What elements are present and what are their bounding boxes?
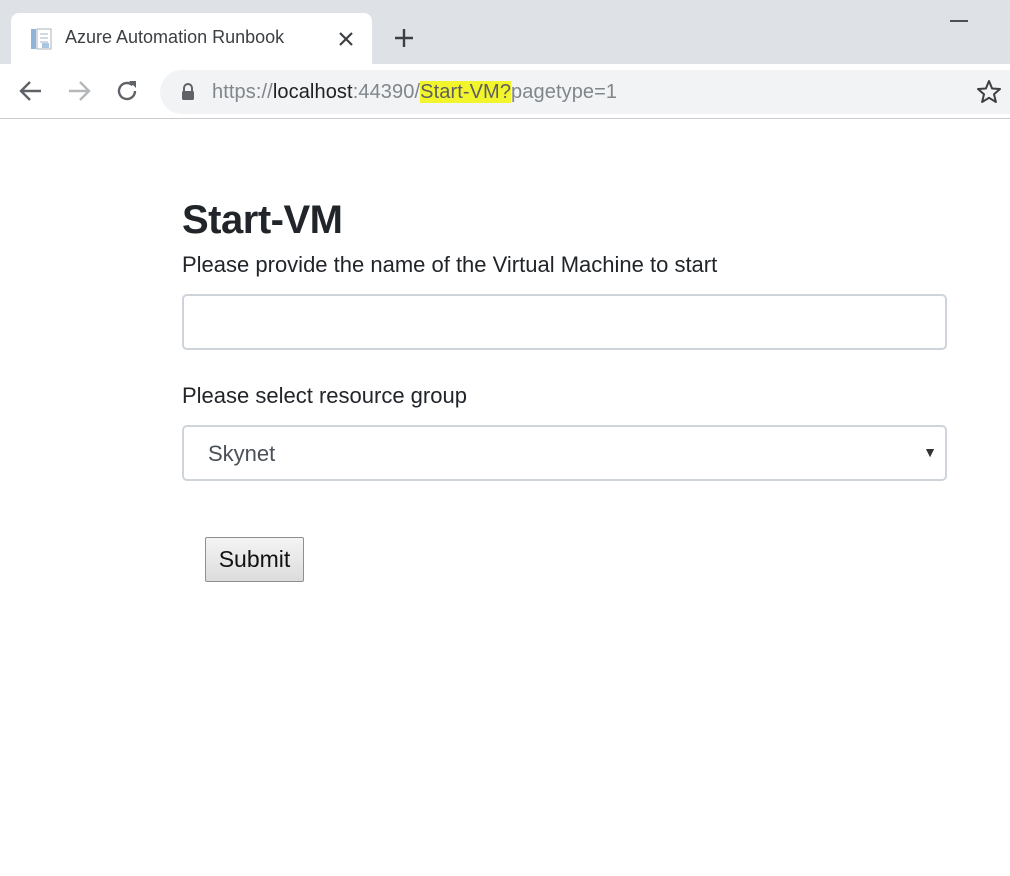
resource-group-label: Please select resource group [182, 383, 467, 408]
url-host: localhost [272, 81, 353, 103]
submit-button[interactable]: Submit [205, 537, 304, 582]
url-path-highlighted: Start-VM? [420, 81, 512, 103]
browser-toolbar: https://localhost:44390/Start-VM?pagetyp… [0, 64, 1010, 119]
reload-icon[interactable] [114, 78, 140, 104]
vm-name-label: Please provide the name of the Virtual M… [182, 252, 718, 277]
tab-title: Azure Automation Runbook [65, 27, 285, 47]
document-icon [31, 28, 52, 50]
star-icon[interactable] [975, 78, 1003, 106]
url-text: https://localhost:44390/Start-VM?pagetyp… [212, 81, 617, 104]
close-icon[interactable] [334, 27, 358, 51]
address-bar[interactable]: https://localhost:44390/Start-VM?pagetyp… [160, 70, 1010, 114]
url-scheme: https:// [212, 81, 273, 103]
page-title: Start-VM [182, 198, 343, 242]
chevron-down-icon: ▼ [923, 444, 937, 460]
resource-group-select[interactable]: Skynet ▼ [182, 425, 947, 481]
lock-icon[interactable] [180, 83, 196, 101]
resource-group-selected-value: Skynet [208, 441, 276, 466]
forward-arrow-icon[interactable] [66, 78, 92, 104]
back-arrow-icon[interactable] [18, 78, 44, 104]
url-query: pagetype=1 [511, 81, 618, 103]
tab-strip: Azure Automation Runbook [0, 0, 1010, 64]
minimize-icon[interactable] [948, 10, 970, 32]
plus-icon[interactable] [392, 26, 416, 50]
browser-tab[interactable]: Azure Automation Runbook [11, 13, 372, 64]
runbook-form: Start-VM Please provide the name of the … [182, 190, 948, 481]
url-port: :44390/ [352, 81, 421, 103]
vm-name-input[interactable] [182, 294, 947, 350]
